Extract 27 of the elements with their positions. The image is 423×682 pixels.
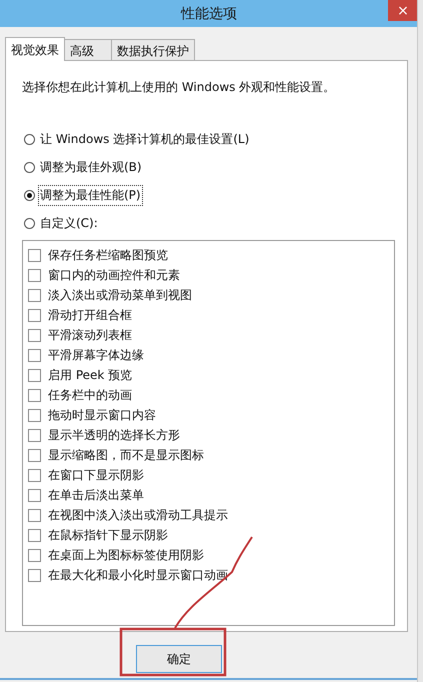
radio-label[interactable]: 让 Windows 选择计算机的最佳设置(L) bbox=[38, 129, 252, 150]
checkbox-label[interactable]: 任务栏中的动画 bbox=[48, 386, 132, 404]
checkbox-label[interactable]: 平滑滚动列表框 bbox=[48, 326, 132, 344]
checkbox-label[interactable]: 窗口内的动画控件和元素 bbox=[48, 266, 180, 284]
tab[interactable]: 数据执行保护 bbox=[111, 39, 195, 60]
close-button[interactable]: × bbox=[388, 0, 418, 21]
checkbox-label[interactable]: 滑动打开组合框 bbox=[48, 306, 132, 324]
description-text: 选择你想在此计算机上使用的 Windows 外观和性能设置。 bbox=[22, 79, 336, 96]
radio-label[interactable]: 调整为最佳外观(B) bbox=[38, 157, 144, 178]
tab[interactable]: 高级 bbox=[64, 39, 112, 60]
ok-button[interactable]: 确定 bbox=[136, 645, 222, 673]
checkbox-label[interactable]: 保存任务栏缩略图预览 bbox=[48, 246, 168, 264]
radio-label[interactable]: 调整为最佳性能(P) bbox=[38, 185, 143, 206]
checkbox-label[interactable]: 拖动时显示窗口内容 bbox=[48, 406, 156, 424]
radio-label[interactable]: 自定义(C): bbox=[38, 213, 100, 234]
checkbox-label[interactable]: 在视图中淡入淡出或滑动工具提示 bbox=[48, 506, 228, 524]
checkbox-label[interactable]: 淡入淡出或滑动菜单到视图 bbox=[48, 286, 192, 304]
checkbox-label[interactable]: 在单击后淡出菜单 bbox=[48, 486, 144, 504]
checkbox-label[interactable]: 平滑屏幕字体边缘 bbox=[48, 346, 144, 364]
checkbox-label[interactable]: 在桌面上为图标标签使用阴影 bbox=[48, 546, 204, 564]
checkbox-label[interactable]: 显示缩略图，而不是显示图标 bbox=[48, 446, 204, 464]
checkbox-label[interactable]: 在窗口下显示阴影 bbox=[48, 466, 144, 484]
window-title: 性能选项 bbox=[181, 4, 237, 22]
checkbox-label[interactable]: 显示半透明的选择长方形 bbox=[48, 426, 180, 444]
checkbox-label[interactable]: 在鼠标指针下显示阴影 bbox=[48, 526, 168, 544]
tab[interactable]: 视觉效果 bbox=[5, 37, 65, 61]
checkbox-label[interactable]: 启用 Peek 预览 bbox=[48, 366, 132, 384]
